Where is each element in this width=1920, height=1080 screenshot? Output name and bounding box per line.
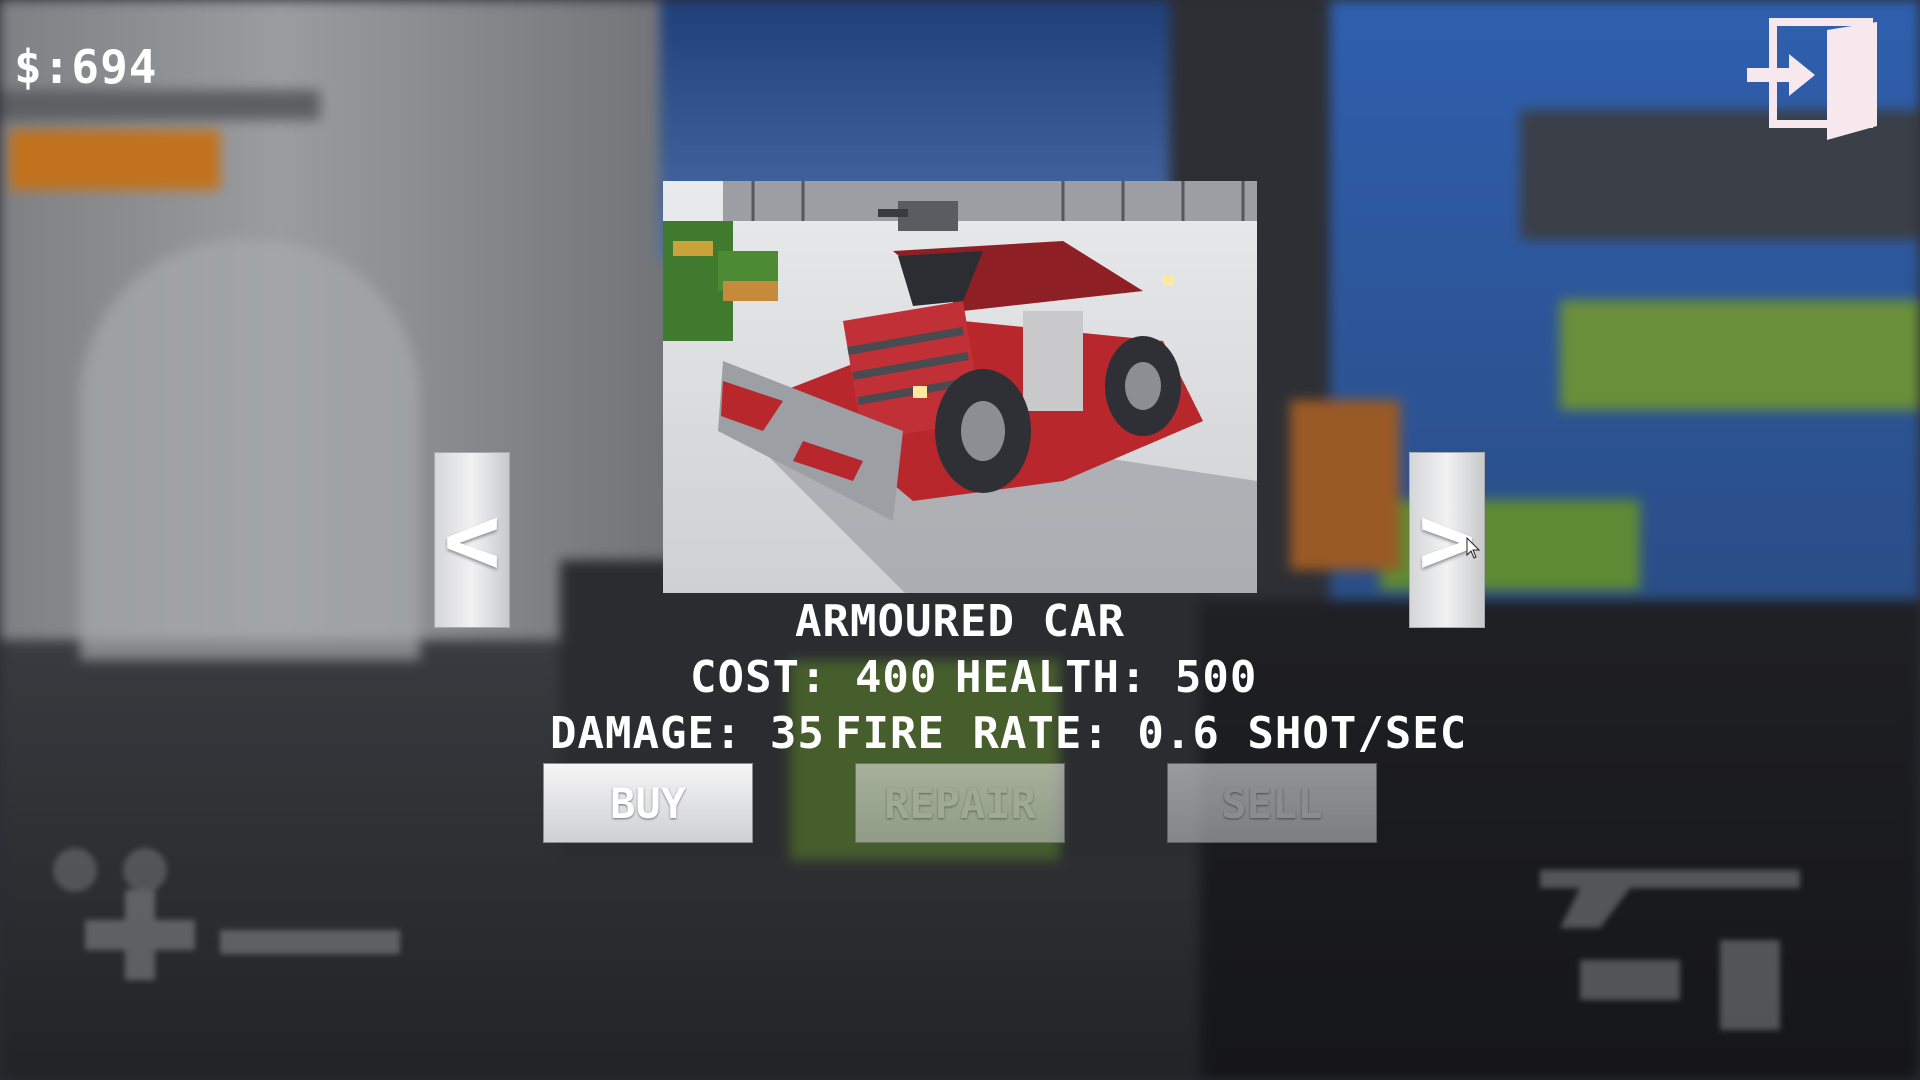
money-counter: $:694 (14, 40, 158, 94)
repair-button[interactable]: REPAIR (855, 763, 1065, 843)
background-health-hud (53, 848, 400, 980)
background-weapon-hud (1540, 870, 1800, 1030)
chevron-left-icon: < (443, 484, 501, 596)
exit-button[interactable] (1745, 18, 1881, 144)
car-damage: DAMAGE: 35 (550, 708, 825, 759)
car-name: ARMOURED CAR (795, 596, 1125, 647)
car-preview-image (663, 181, 1257, 593)
exit-door-icon (1747, 18, 1877, 140)
car-cost: COST: 400 (690, 652, 938, 703)
mouse-cursor-icon (1466, 537, 1480, 559)
sell-button[interactable]: SELL (1167, 763, 1377, 843)
car-fire-rate: FIRE RATE: 0.6 SHOT/SEC (835, 708, 1468, 759)
buy-button[interactable]: BUY (543, 763, 753, 843)
car-health: HEALTH: 500 (955, 652, 1258, 703)
